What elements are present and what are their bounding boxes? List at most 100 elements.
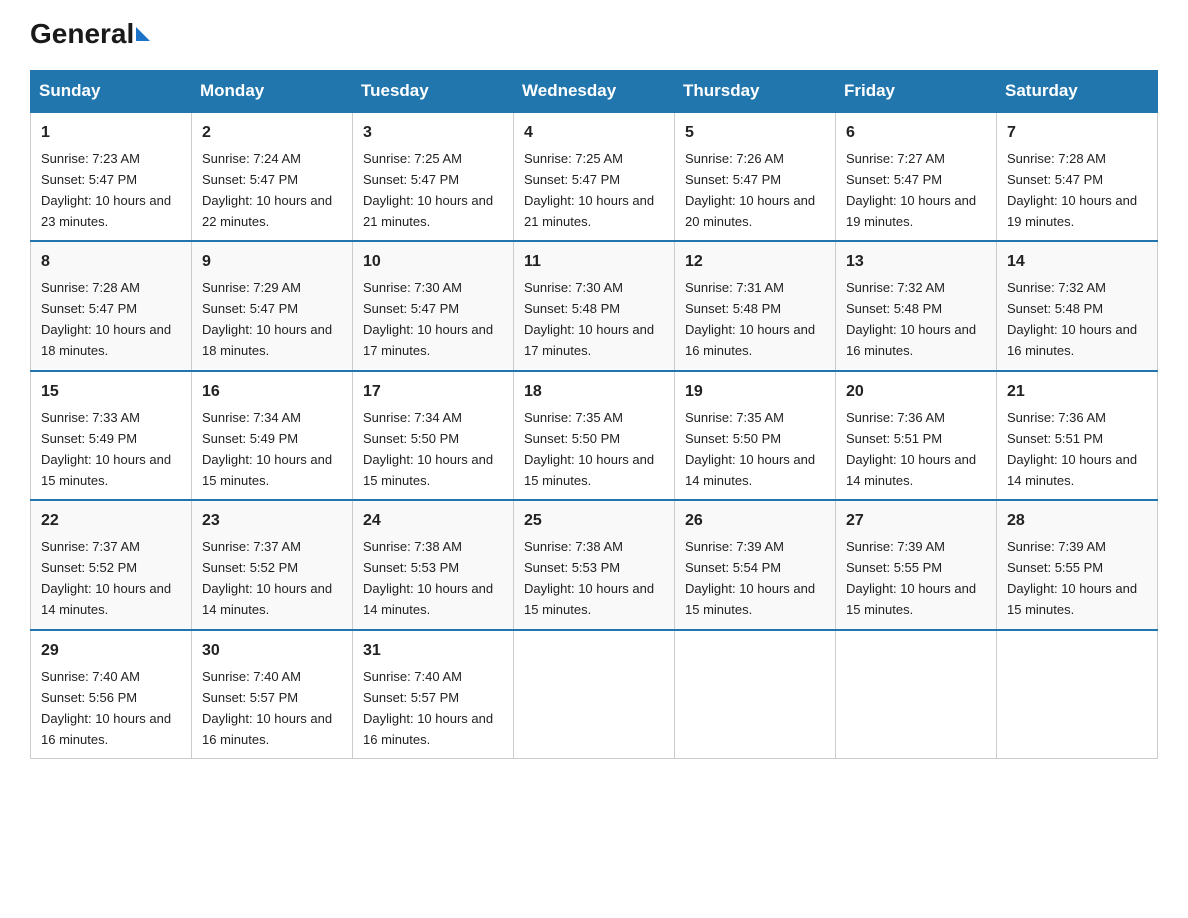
day-info: Sunrise: 7:25 AMSunset: 5:47 PMDaylight:… [363,151,493,229]
calendar-cell: 12Sunrise: 7:31 AMSunset: 5:48 PMDayligh… [675,241,836,370]
calendar-cell: 15 Sunrise: 7:33 AMSunset: 5:49 PMDayligh… [31,371,192,500]
page-header: General [30,20,1158,50]
calendar-cell: 25 Sunrise: 7:38 AMSunset: 5:53 PMDayligh… [514,500,675,629]
week-row-2: 8 Sunrise: 7:28 AMSunset: 5:47 PMDaylight… [31,241,1158,370]
weekday-header-row: SundayMondayTuesdayWednesdayThursdayFrid… [31,71,1158,113]
calendar-cell: 13 Sunrise: 7:32 AMSunset: 5:48 PMDayligh… [836,241,997,370]
day-info: Sunrise: 7:30 AMSunset: 5:47 PMDaylight:… [363,280,493,358]
calendar-cell: 8 Sunrise: 7:28 AMSunset: 5:47 PMDaylight… [31,241,192,370]
day-info: Sunrise: 7:40 AMSunset: 5:56 PMDaylight:… [41,669,171,747]
calendar-table: SundayMondayTuesdayWednesdayThursdayFrid… [30,70,1158,759]
day-info: Sunrise: 7:26 AMSunset: 5:47 PMDaylight:… [685,151,815,229]
day-number: 31 [363,639,503,664]
weekday-header-sunday: Sunday [31,71,192,113]
day-number: 9 [202,250,342,275]
calendar-cell: 24Sunrise: 7:38 AMSunset: 5:53 PMDayligh… [353,500,514,629]
day-number: 2 [202,121,342,146]
day-info: Sunrise: 7:28 AMSunset: 5:47 PMDaylight:… [1007,151,1137,229]
day-info: Sunrise: 7:29 AMSunset: 5:47 PMDaylight:… [202,280,332,358]
week-row-5: 29 Sunrise: 7:40 AMSunset: 5:56 PMDayligh… [31,630,1158,759]
day-number: 25 [524,509,664,534]
day-number: 3 [363,121,503,146]
day-info: Sunrise: 7:39 AMSunset: 5:54 PMDaylight:… [685,539,815,617]
weekday-header-tuesday: Tuesday [353,71,514,113]
day-info: Sunrise: 7:38 AMSunset: 5:53 PMDaylight:… [524,539,654,617]
calendar-cell: 16 Sunrise: 7:34 AMSunset: 5:49 PMDayligh… [192,371,353,500]
day-info: Sunrise: 7:34 AMSunset: 5:50 PMDaylight:… [363,410,493,488]
day-number: 13 [846,250,986,275]
calendar-cell: 20 Sunrise: 7:36 AMSunset: 5:51 PMDayligh… [836,371,997,500]
calendar-cell: 27 Sunrise: 7:39 AMSunset: 5:55 PMDayligh… [836,500,997,629]
weekday-header-friday: Friday [836,71,997,113]
day-number: 23 [202,509,342,534]
weekday-header-thursday: Thursday [675,71,836,113]
day-number: 10 [363,250,503,275]
day-info: Sunrise: 7:37 AMSunset: 5:52 PMDaylight:… [202,539,332,617]
day-number: 19 [685,380,825,405]
day-info: Sunrise: 7:24 AMSunset: 5:47 PMDaylight:… [202,151,332,229]
day-number: 7 [1007,121,1147,146]
day-number: 20 [846,380,986,405]
calendar-cell: 11Sunrise: 7:30 AMSunset: 5:48 PMDayligh… [514,241,675,370]
day-number: 1 [41,121,181,146]
day-number: 15 [41,380,181,405]
day-number: 29 [41,639,181,664]
day-info: Sunrise: 7:23 AMSunset: 5:47 PMDaylight:… [41,151,171,229]
day-info: Sunrise: 7:33 AMSunset: 5:49 PMDaylight:… [41,410,171,488]
day-number: 8 [41,250,181,275]
calendar-cell: 26Sunrise: 7:39 AMSunset: 5:54 PMDayligh… [675,500,836,629]
calendar-cell: 14Sunrise: 7:32 AMSunset: 5:48 PMDayligh… [997,241,1158,370]
day-number: 24 [363,509,503,534]
day-number: 30 [202,639,342,664]
calendar-cell: 30 Sunrise: 7:40 AMSunset: 5:57 PMDayligh… [192,630,353,759]
weekday-header-wednesday: Wednesday [514,71,675,113]
calendar-cell: 4 Sunrise: 7:25 AMSunset: 5:47 PMDaylight… [514,112,675,241]
day-info: Sunrise: 7:25 AMSunset: 5:47 PMDaylight:… [524,151,654,229]
calendar-cell: 5 Sunrise: 7:26 AMSunset: 5:47 PMDaylight… [675,112,836,241]
day-info: Sunrise: 7:35 AMSunset: 5:50 PMDaylight:… [524,410,654,488]
calendar-cell: 6 Sunrise: 7:27 AMSunset: 5:47 PMDaylight… [836,112,997,241]
calendar-cell: 17Sunrise: 7:34 AMSunset: 5:50 PMDayligh… [353,371,514,500]
weekday-header-saturday: Saturday [997,71,1158,113]
day-number: 21 [1007,380,1147,405]
calendar-cell: 21 Sunrise: 7:36 AMSunset: 5:51 PMDayligh… [997,371,1158,500]
weekday-header-monday: Monday [192,71,353,113]
week-row-3: 15 Sunrise: 7:33 AMSunset: 5:49 PMDayligh… [31,371,1158,500]
calendar-cell: 10 Sunrise: 7:30 AMSunset: 5:47 PMDayligh… [353,241,514,370]
day-info: Sunrise: 7:39 AMSunset: 5:55 PMDaylight:… [846,539,976,617]
day-info: Sunrise: 7:37 AMSunset: 5:52 PMDaylight:… [41,539,171,617]
calendar-cell: 23 Sunrise: 7:37 AMSunset: 5:52 PMDayligh… [192,500,353,629]
day-info: Sunrise: 7:27 AMSunset: 5:47 PMDaylight:… [846,151,976,229]
day-number: 4 [524,121,664,146]
day-info: Sunrise: 7:30 AMSunset: 5:48 PMDaylight:… [524,280,654,358]
day-info: Sunrise: 7:40 AMSunset: 5:57 PMDaylight:… [363,669,493,747]
calendar-cell: 31 Sunrise: 7:40 AMSunset: 5:57 PMDayligh… [353,630,514,759]
calendar-cell: 29 Sunrise: 7:40 AMSunset: 5:56 PMDayligh… [31,630,192,759]
day-number: 27 [846,509,986,534]
calendar-cell: 9 Sunrise: 7:29 AMSunset: 5:47 PMDaylight… [192,241,353,370]
calendar-cell: 19 Sunrise: 7:35 AMSunset: 5:50 PMDayligh… [675,371,836,500]
calendar-cell [997,630,1158,759]
week-row-4: 22 Sunrise: 7:37 AMSunset: 5:52 PMDayligh… [31,500,1158,629]
day-number: 16 [202,380,342,405]
week-row-1: 1 Sunrise: 7:23 AMSunset: 5:47 PMDaylight… [31,112,1158,241]
calendar-cell: 22 Sunrise: 7:37 AMSunset: 5:52 PMDayligh… [31,500,192,629]
calendar-cell: 2 Sunrise: 7:24 AMSunset: 5:47 PMDaylight… [192,112,353,241]
day-info: Sunrise: 7:36 AMSunset: 5:51 PMDaylight:… [846,410,976,488]
day-info: Sunrise: 7:34 AMSunset: 5:49 PMDaylight:… [202,410,332,488]
day-info: Sunrise: 7:32 AMSunset: 5:48 PMDaylight:… [846,280,976,358]
day-number: 6 [846,121,986,146]
day-info: Sunrise: 7:31 AMSunset: 5:48 PMDaylight:… [685,280,815,358]
calendar-cell [836,630,997,759]
day-info: Sunrise: 7:36 AMSunset: 5:51 PMDaylight:… [1007,410,1137,488]
day-info: Sunrise: 7:40 AMSunset: 5:57 PMDaylight:… [202,669,332,747]
day-info: Sunrise: 7:28 AMSunset: 5:47 PMDaylight:… [41,280,171,358]
day-number: 22 [41,509,181,534]
calendar-cell [514,630,675,759]
calendar-cell: 7 Sunrise: 7:28 AMSunset: 5:47 PMDaylight… [997,112,1158,241]
day-info: Sunrise: 7:35 AMSunset: 5:50 PMDaylight:… [685,410,815,488]
calendar-cell [675,630,836,759]
day-number: 5 [685,121,825,146]
logo: General [30,20,152,50]
day-info: Sunrise: 7:39 AMSunset: 5:55 PMDaylight:… [1007,539,1137,617]
